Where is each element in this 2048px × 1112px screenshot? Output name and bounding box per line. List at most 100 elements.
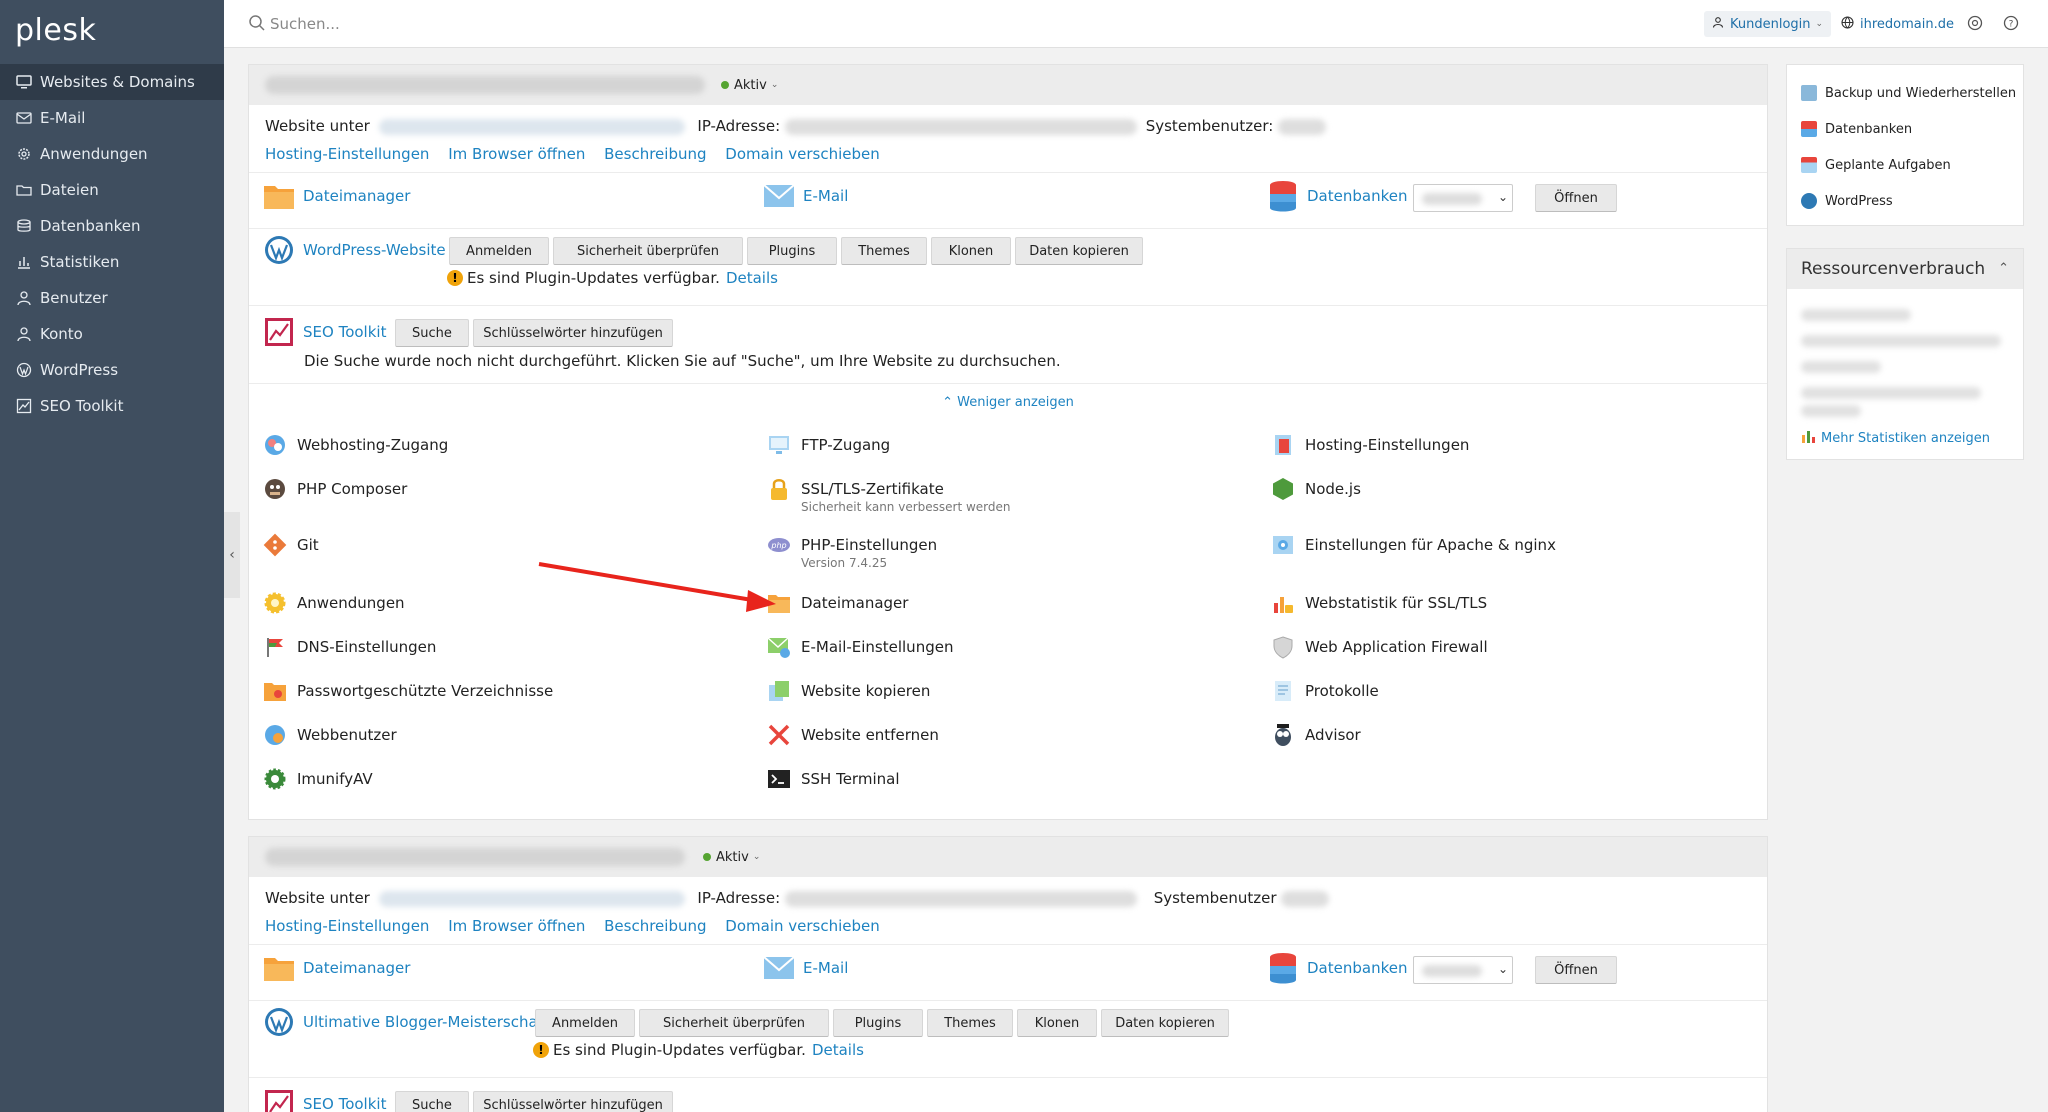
status-dropdown[interactable]: Aktiv ⌄ [703,837,760,877]
database-select[interactable]: ⌄ [1413,956,1513,984]
open-in-browser-link[interactable]: Im Browser öffnen [448,917,585,935]
wp-clone-button[interactable]: Klonen [1017,1009,1097,1037]
copy-website[interactable]: Website kopieren [767,679,930,703]
hosting-settings-link[interactable]: Hosting-Einstellungen [265,917,429,935]
wp-login-button[interactable]: Anmelden [449,237,549,265]
wp-security-check-button[interactable]: Sicherheit überprüfen [639,1009,829,1037]
help-icon[interactable]: ? [2003,15,2019,35]
webstat-ssl[interactable]: Webstatistik für SSL/TLS [1271,591,1487,615]
wp-plugins-button[interactable]: Plugins [747,237,837,265]
wp-copy-data-button[interactable]: Daten kopieren [1015,237,1143,265]
wp-themes-button[interactable]: Themes [927,1009,1013,1037]
hosting-settings[interactable]: Hosting-Einstellungen [1271,433,1469,457]
domain-name[interactable] [265,848,685,866]
sidebar-item-websites-domains[interactable]: Websites & Domains [0,64,224,100]
imunifyav[interactable]: ImunifyAV [263,767,373,791]
web-application-firewall[interactable]: Web Application Firewall [1271,635,1488,659]
tool-databases[interactable]: Datenbanken [1267,953,1407,984]
wp-login-button[interactable]: Anmelden [535,1009,635,1037]
tool-databases[interactable]: Datenbanken [1267,181,1407,212]
tool-filemanager[interactable]: Dateimanager [263,953,410,983]
domain-header: Aktiv ⌄ [249,65,1767,105]
password-protected-directories[interactable]: Passwortgeschützte Verzeichnisse [263,679,553,703]
scheduled-tasks-link[interactable]: Geplante Aufgaben [1801,157,1951,173]
description-link[interactable]: Beschreibung [604,917,706,935]
wp-themes-button[interactable]: Themes [841,237,927,265]
domain-switcher[interactable]: ihredomain.de [1841,11,1954,37]
show-less-link[interactable]: ⌃ Weniger anzeigen [249,395,1767,410]
wp-security-check-button[interactable]: Sicherheit überprüfen [553,237,743,265]
webhosting-access[interactable]: Webhosting-Zugang [263,433,448,457]
nodejs[interactable]: Node.js [1271,477,1361,501]
ssl-tls-certificates[interactable]: SSL/TLS-Zertifikate Sicherheit kann verbe… [767,477,1011,515]
tool-filemanager[interactable]: Dateimanager [263,181,410,211]
sidebar-collapse-toggle[interactable]: ‹ [224,512,240,598]
ftp-access[interactable]: FTP-Zugang [767,433,890,457]
search-input[interactable] [270,10,770,38]
wp-clone-button[interactable]: Klonen [931,237,1011,265]
details-link[interactable]: Details [812,1041,864,1059]
tool-email[interactable]: E-Mail [763,953,848,983]
tool-wordpress[interactable]: WordPress-Website [263,235,446,265]
email-settings[interactable]: E-Mail-Einstellungen [767,635,953,659]
resource-value [1801,387,1981,399]
seo-add-keywords-button[interactable]: Schlüsselwörter hinzufügen [473,1091,673,1112]
customer-login-dropdown[interactable]: Kundenlogin ⌄ [1704,11,1832,37]
sidebar-item-wordpress[interactable]: WordPress [0,352,224,388]
sidebar-item-applications[interactable]: Anwendungen [0,136,224,172]
resource-usage-header[interactable]: Ressourcenverbrauch ⌃ [1787,249,2023,289]
plesk-community-icon[interactable] [1967,15,1983,35]
tool-seo-toolkit[interactable]: SEO Toolkit [263,1089,386,1112]
file-manager[interactable]: Dateimanager [767,591,908,615]
description-link[interactable]: Beschreibung [604,145,706,163]
move-domain-link[interactable]: Domain verschieben [725,917,879,935]
tool-seo-toolkit[interactable]: SEO Toolkit [263,317,386,347]
applications[interactable]: Anwendungen [263,591,405,615]
sidebar-item-users[interactable]: Benutzer [0,280,224,316]
php-composer[interactable]: PHP Composer [263,477,407,501]
website-url[interactable] [378,890,685,907]
sidebar-item-databases[interactable]: Datenbanken [0,208,224,244]
backup-restore-link[interactable]: Backup und Wiederherstellen [1801,85,2016,101]
tool-email[interactable]: E-Mail [763,181,848,211]
domain-panel: Aktiv ⌄ Website unter IP-Adresse: System… [248,64,1768,820]
open-in-browser-link[interactable]: Im Browser öffnen [448,145,585,163]
seo-search-button[interactable]: Suche [395,319,469,347]
details-link[interactable]: Details [726,269,778,287]
ssh-terminal[interactable]: SSH Terminal [767,767,899,791]
seo-add-keywords-button[interactable]: Schlüsselwörter hinzufügen [473,319,673,347]
remove-website[interactable]: Website entfernen [767,723,939,747]
sidebar-item-files[interactable]: Dateien [0,172,224,208]
plesk-logo[interactable]: plesk [15,13,96,48]
sidebar-item-email[interactable]: E-Mail [0,100,224,136]
status-dropdown[interactable]: Aktiv ⌄ [721,65,778,105]
databases-link[interactable]: Datenbanken [1801,121,1912,137]
move-domain-link[interactable]: Domain verschieben [725,145,879,163]
git[interactable]: Git [263,533,319,557]
web-users[interactable]: Webbenutzer [263,723,397,747]
domain-name[interactable] [265,76,705,94]
wordpress-link[interactable]: WordPress [1801,193,1893,209]
more-statistics-link[interactable]: Mehr Statistiken anzeigen [1801,429,1990,447]
advisor[interactable]: Advisor [1271,723,1361,747]
sidebar-item-account[interactable]: Konto [0,316,224,352]
wp-copy-data-button[interactable]: Daten kopieren [1101,1009,1229,1037]
sidebar-item-statistics[interactable]: Statistiken [0,244,224,280]
dns-settings[interactable]: DNS-Einstellungen [263,635,436,659]
database-select[interactable]: ⌄ [1413,184,1513,212]
hosting-settings-link[interactable]: Hosting-Einstellungen [265,145,429,163]
php-settings[interactable]: php PHP-Einstellungen Version 7.4.25 [767,533,937,571]
seo-search-button[interactable]: Suche [395,1091,469,1112]
open-button[interactable]: Öffnen [1535,956,1617,984]
logs[interactable]: Protokolle [1271,679,1379,703]
sidebar-item-label: E-Mail [40,109,86,127]
website-url[interactable] [378,118,685,135]
sidebar-item-seo-toolkit[interactable]: SEO Toolkit [0,388,224,424]
tool-wordpress[interactable]: Ultimative Blogger-Meisterschaft [263,1007,549,1037]
open-button[interactable]: Öffnen [1535,184,1617,212]
apache-nginx-settings[interactable]: Einstellungen für Apache & nginx [1271,533,1556,557]
wp-plugins-button[interactable]: Plugins [833,1009,923,1037]
divider [249,383,1767,384]
resource-value [1801,309,1911,321]
ip-label: IP-Adresse: [697,889,781,907]
